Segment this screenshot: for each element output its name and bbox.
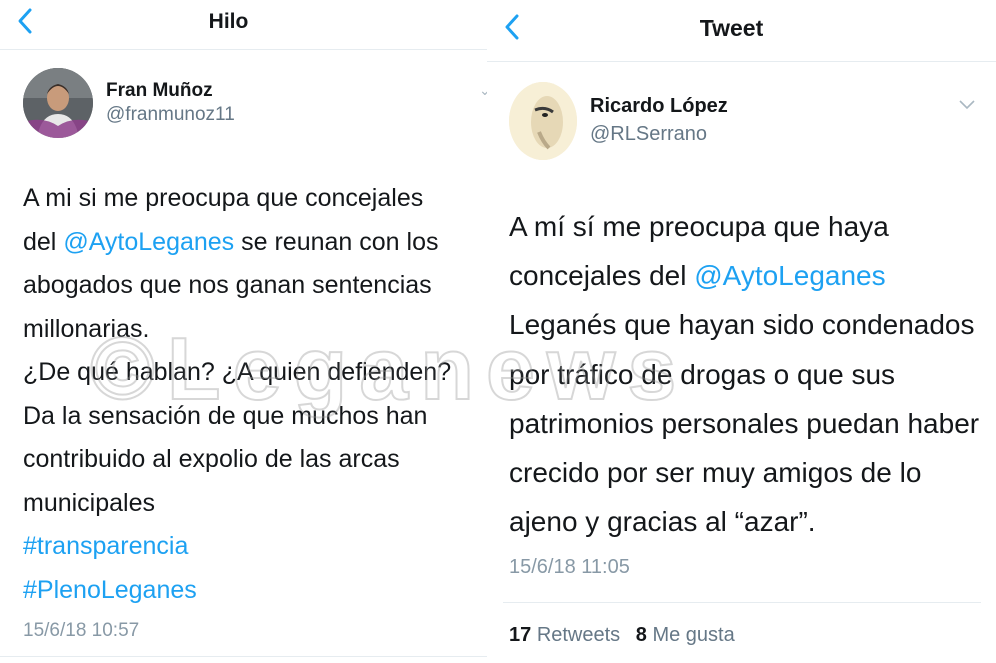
tweet-text-segment: millonarias. — [23, 314, 150, 343]
tweet-text-segment: A mí sí me preocupa que haya — [509, 211, 889, 242]
tweet-text-line: millonarias. — [23, 308, 487, 352]
right-author-name[interactable]: Ricardo López — [590, 95, 728, 118]
tweet-text-line: A mí sí me preocupa que haya — [509, 202, 989, 251]
tweet-text-line: #PlenoLeganes — [23, 569, 487, 613]
tweet-text-line: patrimonios personales puedan haber — [509, 399, 989, 448]
tweet-text-segment: por tráfico de drogas o que sus — [509, 358, 896, 390]
tweet-text-segment: se reunan con los — [234, 227, 439, 256]
right-navbar: Tweet — [487, 0, 996, 62]
tweet-text-segment: patrimonios personales puedan haber — [509, 407, 980, 439]
right-tweet-text: A mí sí me preocupa que haya concejales d… — [509, 202, 989, 546]
tweet-text-line: Da la sensación de que muchos han — [23, 395, 487, 439]
right-menu-chevron-icon[interactable] — [959, 100, 975, 110]
tweet-text-line: #transparencia — [23, 525, 487, 569]
tweet-text-line: concejales del @AytoLeganes — [509, 251, 989, 300]
tweet-text-line: por tráfico de drogas o que sus — [509, 350, 989, 399]
tweet-text-segment: contribuido al expolio de las arcas — [23, 445, 400, 473]
right-author-handle[interactable]: @RLSerrano — [590, 123, 707, 146]
tweet-text-line: ¿De qué hablan? ¿A quien defienden? — [23, 351, 487, 395]
tweet-text-segment: municipales — [23, 488, 156, 517]
tweet-text-segment: A mi si me preocupa que concejales — [23, 184, 424, 212]
thread-screen: Hilo Fran Muñoz @franmunoz11 ⌄ A mi si m… — [0, 0, 487, 663]
tweet-text-line: del @AytoLeganes se reunan con los — [23, 221, 487, 265]
left-nav-title: Hilo — [208, 10, 249, 33]
likes-label[interactable]: Me gusta — [652, 624, 734, 646]
right-timestamp: 15/6/18 11:05 — [509, 556, 630, 578]
tweet-text-line: municipales — [23, 482, 487, 526]
tweet-text-line: contribuido al expolio de las arcas — [23, 438, 487, 482]
tweet-text-line: crecido por ser muy amigos de lo — [509, 448, 989, 497]
left-menu-chevron-icon[interactable]: ⌄ — [479, 82, 487, 99]
tweet-text-segment: ajeno y gracias al “azar”. — [509, 506, 816, 538]
tweet-text-line: Leganés que hayan sido condenados — [509, 300, 989, 349]
left-author-name[interactable]: Fran Muñoz — [106, 80, 213, 102]
left-divider — [0, 656, 487, 657]
mention-link[interactable]: @AytoLeganes — [63, 228, 234, 256]
retweets-count[interactable]: 17 — [509, 624, 531, 646]
likes-count[interactable]: 8 — [636, 624, 647, 646]
tweet-text-segment: crecido por ser muy amigos de lo — [509, 457, 922, 489]
tweet-text-segment: concejales del — [509, 260, 695, 292]
left-navbar: Hilo — [0, 0, 487, 50]
left-author-handle[interactable]: @franmunoz11 — [106, 104, 235, 126]
right-nav-title: Tweet — [699, 15, 764, 41]
tweet-stats: 17 Retweets 8 Me gusta — [509, 624, 745, 647]
tweet-text-segment: Leganés que hayan sido condenados — [509, 309, 975, 341]
hashtag-link[interactable]: #transparencia — [23, 532, 188, 560]
tweet-text-segment: abogados que nos ganan sentencias — [23, 271, 432, 299]
left-tweet-text: A mi si me preocupa que concejales del @A… — [23, 177, 487, 612]
tweet-text-line: ajeno y gracias al “azar”. — [509, 497, 989, 546]
mention-link[interactable]: @AytoLeganes — [694, 260, 885, 291]
left-avatar[interactable] — [23, 68, 93, 138]
tweet-text-segment: del — [23, 227, 64, 256]
tweet-text-segment: ¿De qué hablan? ¿A quien defienden? — [23, 358, 452, 386]
tweet-screen: Tweet Ricardo López @RLSerrano A mí sí m… — [487, 0, 996, 663]
left-timestamp: 15/6/18 10:57 — [23, 620, 140, 641]
right-avatar[interactable] — [509, 82, 577, 160]
tweet-text-segment: Da la sensación de que muchos han — [23, 401, 428, 430]
retweets-label[interactable]: Retweets — [537, 624, 620, 646]
tweet-text-line: A mi si me preocupa que concejales — [23, 177, 487, 221]
hashtag-link[interactable]: #PlenoLeganes — [23, 576, 197, 604]
right-divider — [503, 602, 981, 603]
tweet-text-line: abogados que nos ganan sentencias — [23, 264, 487, 308]
